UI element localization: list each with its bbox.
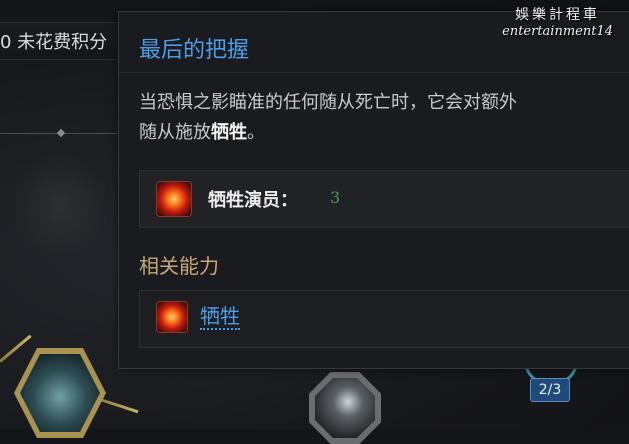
tooltip-description: 当恐惧之影瞄准的任何随从死亡时，它会对额外 随从施放牺牲。: [139, 88, 629, 148]
watermark-chinese: 娛樂計程車: [515, 7, 601, 23]
rank-badge: 2/3: [530, 378, 570, 402]
spectral-bolt-icon: [315, 378, 375, 438]
sacrifice-icon: [156, 181, 192, 217]
sacrifice-icon: [156, 301, 188, 333]
background-ornament: [10, 150, 110, 260]
related-ability-row[interactable]: 牺牲: [139, 290, 629, 348]
description-suffix: 。: [247, 122, 265, 143]
watermark-english: entertainment14: [502, 24, 613, 39]
stat-label: 牺牲演员：: [208, 190, 298, 211]
description-line2: 随从施放: [139, 122, 211, 143]
related-abilities-heading: 相关能力: [139, 254, 219, 278]
node-link: [0, 334, 32, 363]
stat-value: 3: [330, 188, 341, 207]
node-link: [99, 398, 139, 414]
description-line1: 当恐惧之影瞄准的任何随从死亡时，它会对额外: [139, 92, 517, 113]
tooltip-title: 最后的把握: [139, 38, 250, 63]
related-ability-link[interactable]: 牺牲: [200, 304, 240, 330]
skill-tooltip: 最后的把握 当恐惧之影瞄准的任何随从死亡时，它会对额外 随从施放牺牲。 牺牲演员…: [118, 11, 629, 369]
watermark: 娛樂計程車 entertainment14: [502, 4, 613, 39]
description-keyword: 牺牲: [211, 122, 247, 143]
unspent-points-label: 0 未花费积分: [0, 32, 108, 53]
stat-row: 牺牲演员： 3: [139, 170, 629, 228]
tooltip-divider: [119, 72, 629, 73]
tree-junction: [56, 128, 66, 138]
